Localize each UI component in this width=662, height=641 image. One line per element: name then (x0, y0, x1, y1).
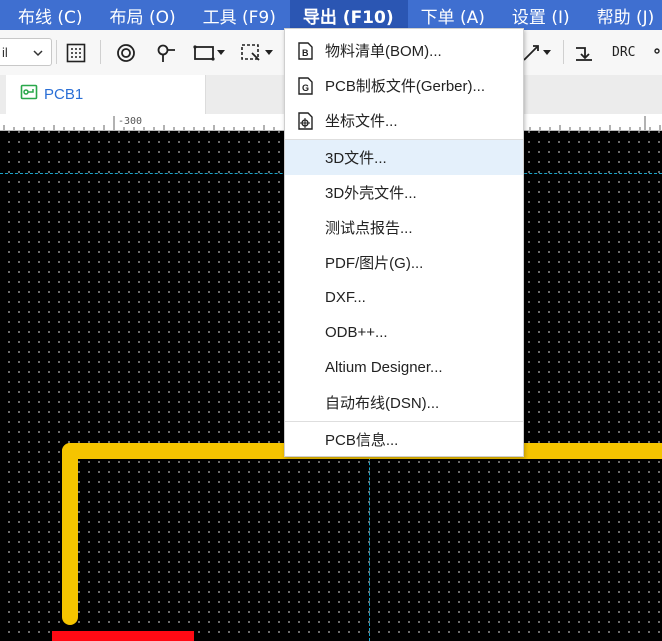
export-menu-item-coordinates[interactable]: 坐标文件... (285, 103, 523, 138)
export-menu-label: ODB++... (325, 324, 388, 341)
export-menu-item-3d[interactable]: 3D文件... (285, 140, 523, 175)
export-menu-label: DXF... (325, 289, 366, 306)
via-icon[interactable] (113, 40, 139, 66)
export-menu-label: 自动布线(DSN)... (325, 395, 440, 412)
menu-bar: 布线 (C) 布局 (O) 工具 (F9) 导出 (F10) 下单 (A) 设置… (0, 0, 662, 30)
chevron-down-icon[interactable] (540, 40, 554, 66)
tab-label: PCB1 (44, 86, 84, 103)
export-menu-label: Altium Designer... (325, 359, 443, 376)
copper-pad[interactable] (52, 631, 194, 641)
export-menu-item-autoroute-dsn[interactable]: 自动布线(DSN)... (285, 385, 523, 420)
selection-area-icon[interactable] (238, 40, 264, 66)
svg-text:B: B (302, 48, 309, 58)
chevron-down-icon[interactable] (262, 40, 276, 66)
menu-routing[interactable]: 布线 (C) (0, 0, 97, 30)
export-menu-label: PCB信息... (325, 432, 399, 449)
toolbar-divider (100, 40, 101, 64)
grid-icon[interactable] (63, 40, 89, 66)
import-changes-icon[interactable] (571, 40, 597, 66)
chevron-down-icon (33, 46, 43, 61)
export-menu-label: 物料清单(BOM)... (325, 43, 442, 60)
bom-icon: B (295, 41, 315, 61)
pcb-icon (20, 83, 38, 106)
export-menu-item-odb[interactable]: ODB++... (285, 315, 523, 350)
export-menu-label: PDF/图片(G)... (325, 255, 424, 272)
svg-text:G: G (302, 83, 309, 93)
export-menu: B 物料清单(BOM)... G PCB制板文件(Gerber)... 坐标文件… (284, 28, 524, 457)
export-menu-item-dxf[interactable]: DXF... (285, 280, 523, 315)
menu-help[interactable]: 帮助 (J) (584, 0, 662, 30)
coordinate-icon (295, 111, 315, 131)
gerber-icon: G (295, 76, 315, 96)
ruler-label: -300 (118, 116, 143, 127)
export-menu-item-test-point-report[interactable]: 测试点报告... (285, 210, 523, 245)
export-menu-item-altium[interactable]: Altium Designer... (285, 350, 523, 385)
overflow-icon[interactable] (648, 40, 662, 66)
track-vertical[interactable] (62, 443, 78, 625)
export-menu-item-pdf-image[interactable]: PDF/图片(G)... (285, 245, 523, 280)
tab-pcb1[interactable]: PCB1 (6, 75, 206, 114)
export-menu-item-bom[interactable]: B 物料清单(BOM)... (285, 33, 523, 68)
unit-select[interactable]: il (0, 38, 52, 66)
toolbar-divider (563, 40, 564, 64)
menu-layout[interactable]: 布局 (O) (97, 0, 190, 30)
export-menu-item-gerber[interactable]: G PCB制板文件(Gerber)... (285, 68, 523, 103)
menu-export[interactable]: 导出 (F10) (289, 0, 408, 30)
export-menu-item-pcb-info[interactable]: PCB信息... (285, 422, 523, 457)
export-menu-label: 坐标文件... (325, 113, 398, 130)
export-menu-item-3d-enclosure[interactable]: 3D外壳文件... (285, 175, 523, 210)
toolbar-divider (56, 40, 57, 64)
menu-settings[interactable]: 设置 (I) (499, 0, 584, 30)
export-menu-label: PCB制板文件(Gerber)... (325, 78, 486, 95)
menu-order[interactable]: 下单 (A) (408, 0, 499, 30)
menu-tools[interactable]: 工具 (F9) (190, 0, 290, 30)
export-menu-label: 测试点报告... (325, 220, 413, 237)
drc-button[interactable]: DRC (612, 45, 635, 60)
export-menu-label: 3D文件... (325, 150, 387, 167)
pad-icon[interactable] (153, 40, 179, 66)
unit-select-value: il (2, 44, 8, 60)
chevron-down-icon[interactable] (214, 40, 228, 66)
export-menu-label: 3D外壳文件... (325, 185, 417, 202)
